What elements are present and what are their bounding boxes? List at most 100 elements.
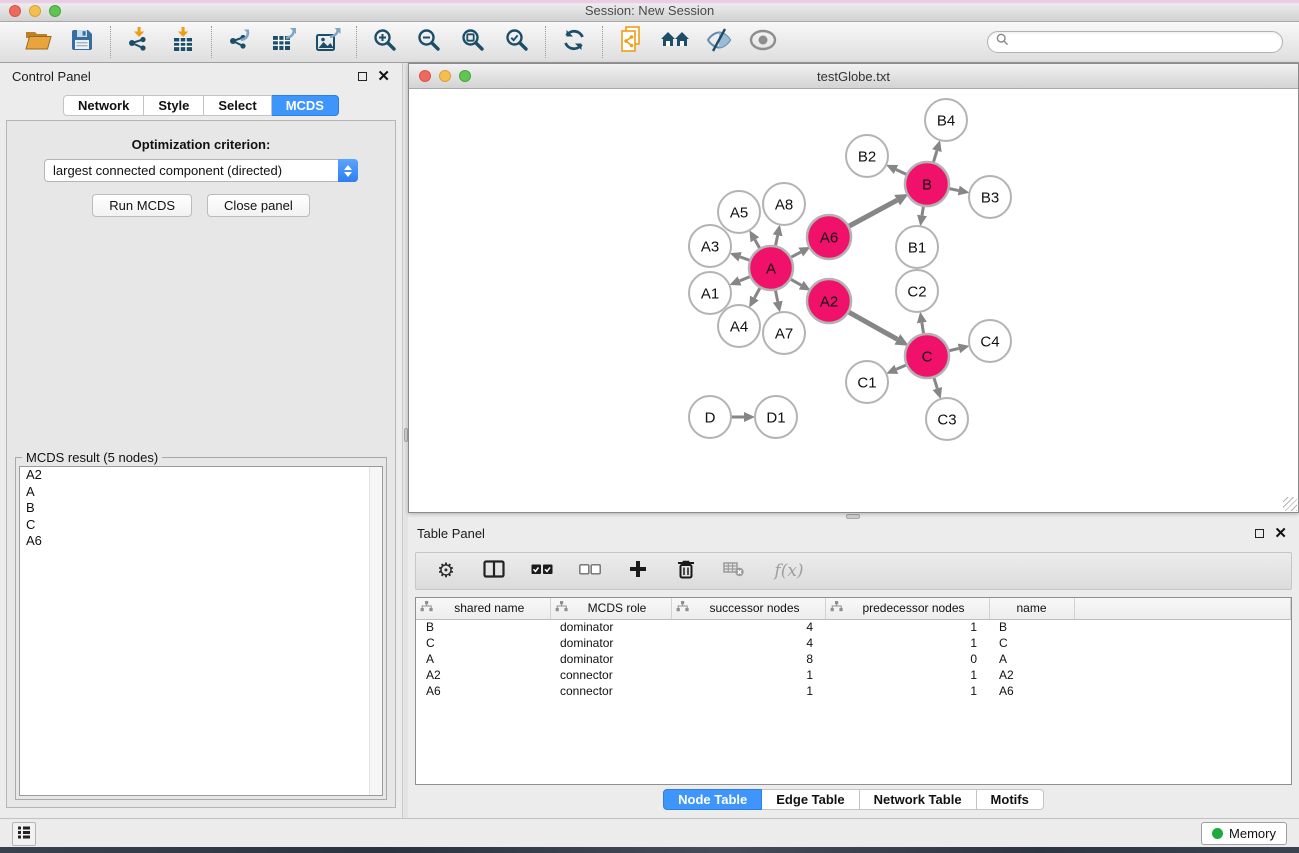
import-network-button[interactable] (123, 26, 155, 58)
hide-graphics-details-icon (706, 27, 732, 58)
hide-graphics-details-button[interactable] (703, 26, 735, 58)
table-cell[interactable]: 4 (671, 619, 825, 635)
table-row[interactable]: Cdominator41C (416, 635, 1291, 651)
tab-network-table[interactable]: Network Table (860, 789, 977, 810)
list-item[interactable]: A6 (20, 533, 382, 550)
close-panel-icon[interactable]: ✕ (377, 69, 390, 84)
table-cell[interactable]: B (416, 619, 550, 635)
home-network-button[interactable] (659, 26, 691, 58)
table-cell[interactable]: 1 (671, 667, 825, 683)
open-session-icon (25, 28, 52, 56)
tab-select[interactable]: Select (204, 95, 271, 116)
table-row[interactable]: A2connector11A2 (416, 667, 1291, 683)
import-network-icon (126, 27, 152, 58)
memory-button[interactable]: Memory (1201, 822, 1287, 845)
tab-motifs[interactable]: Motifs (977, 789, 1044, 810)
table-cell[interactable]: 1 (825, 683, 989, 699)
export-image-button[interactable] (312, 26, 344, 58)
graph-node-label-A1: A1 (701, 285, 719, 302)
table-cell[interactable]: 1 (825, 619, 989, 635)
zoom-selected-button[interactable] (501, 26, 533, 58)
close-panel-icon[interactable]: ✕ (1274, 526, 1287, 541)
network-graph[interactable]: AA1A2A3A4A5A6A7A8BB1B2B3B4CC1C2C3C4DD1 (409, 89, 1298, 512)
open-session-button[interactable] (22, 26, 54, 58)
settings-button[interactable]: ⚙ (434, 559, 458, 583)
table-cell[interactable]: 0 (825, 651, 989, 667)
table-cell[interactable]: connector (550, 667, 671, 683)
graph-node-label-B: B (922, 176, 932, 193)
tab-network[interactable]: Network (63, 95, 144, 116)
table-cell[interactable]: dominator (550, 635, 671, 651)
list-item[interactable]: C (20, 517, 382, 534)
resize-grip-icon[interactable] (1283, 497, 1297, 511)
scrollbar[interactable] (369, 467, 382, 795)
desktop-background (0, 847, 1299, 853)
list-item[interactable]: B (20, 500, 382, 517)
zoom-out-button[interactable] (413, 26, 445, 58)
search-field[interactable] (987, 31, 1283, 53)
table-cell[interactable]: A2 (989, 667, 1074, 683)
export-table-button[interactable] (268, 26, 300, 58)
run-mcds-button[interactable]: Run MCDS (92, 194, 192, 217)
column-header[interactable]: successor nodes (671, 598, 825, 619)
list-item[interactable]: A (20, 484, 382, 501)
birds-eye-view-button[interactable] (747, 26, 779, 58)
zoom-in-button[interactable] (369, 26, 401, 58)
table-cell[interactable]: C (416, 635, 550, 651)
table-cell[interactable]: dominator (550, 651, 671, 667)
table-cell[interactable]: A (416, 651, 550, 667)
table-cell[interactable]: 8 (671, 651, 825, 667)
column-header[interactable]: name (989, 598, 1074, 619)
column-header[interactable]: predecessor nodes (825, 598, 989, 619)
table-cell[interactable]: 4 (671, 635, 825, 651)
network-canvas[interactable]: AA1A2A3A4A5A6A7A8BB1B2B3B4CC1C2C3C4DD1 (409, 89, 1298, 512)
zoom-fit-button[interactable] (457, 26, 489, 58)
table-cell[interactable]: C (989, 635, 1074, 651)
table-cell[interactable]: A2 (416, 667, 550, 683)
table-cell[interactable]: 1 (825, 667, 989, 683)
float-panel-icon[interactable] (358, 72, 367, 81)
new-network-from-selection-button[interactable] (615, 26, 647, 58)
delete-column-button[interactable] (674, 559, 698, 583)
table-cell[interactable]: A (989, 651, 1074, 667)
table-cell[interactable]: A6 (989, 683, 1074, 699)
list-item[interactable]: A2 (20, 467, 382, 484)
apply-layout-button[interactable] (558, 26, 590, 58)
graph-edge-A6-B[interactable] (847, 200, 897, 227)
close-panel-button[interactable]: Close panel (207, 194, 310, 217)
deselect-all-columns-button[interactable] (578, 559, 602, 583)
select-all-columns-button[interactable] (530, 559, 554, 583)
column-header[interactable]: MCDS role (550, 598, 671, 619)
import-table-button[interactable] (167, 26, 199, 58)
save-session-button[interactable] (66, 26, 98, 58)
search-input[interactable] (1014, 35, 1274, 49)
graph-edge-A2-C[interactable] (847, 311, 897, 339)
table-cell[interactable]: 1 (825, 635, 989, 651)
export-network-button[interactable] (224, 26, 256, 58)
split-view-button[interactable] (482, 559, 506, 583)
column-header[interactable]: shared name (416, 598, 550, 619)
table-cell[interactable]: A6 (416, 683, 550, 699)
export-image-icon (315, 27, 342, 58)
horizontal-splitter[interactable] (408, 513, 1299, 521)
tab-style[interactable]: Style (144, 95, 204, 116)
table-row[interactable]: Adominator80A (416, 651, 1291, 667)
criterion-dropdown[interactable]: largest connected component (directed) (44, 159, 358, 182)
float-panel-icon[interactable] (1255, 529, 1264, 538)
table-cell[interactable]: dominator (550, 619, 671, 635)
tab-node-table[interactable]: Node Table (663, 789, 762, 810)
table-row[interactable]: Bdominator41B (416, 619, 1291, 635)
table-cell[interactable]: connector (550, 683, 671, 699)
show-log-button[interactable] (12, 822, 36, 846)
table-cell[interactable]: B (989, 619, 1074, 635)
dropdown-stepper-icon (338, 159, 358, 182)
table-row[interactable]: A6connector11A6 (416, 683, 1291, 699)
zoom-out-icon (416, 27, 442, 58)
tab-mcds[interactable]: MCDS (272, 95, 339, 116)
control-panel-tabs: Network Style Select MCDS (0, 95, 402, 116)
tab-edge-table[interactable]: Edge Table (762, 789, 859, 810)
hierarchy-column-icon (555, 601, 568, 615)
table-cell[interactable]: 1 (671, 683, 825, 699)
splitter-handle[interactable] (846, 514, 860, 519)
create-column-button[interactable] (626, 559, 650, 583)
